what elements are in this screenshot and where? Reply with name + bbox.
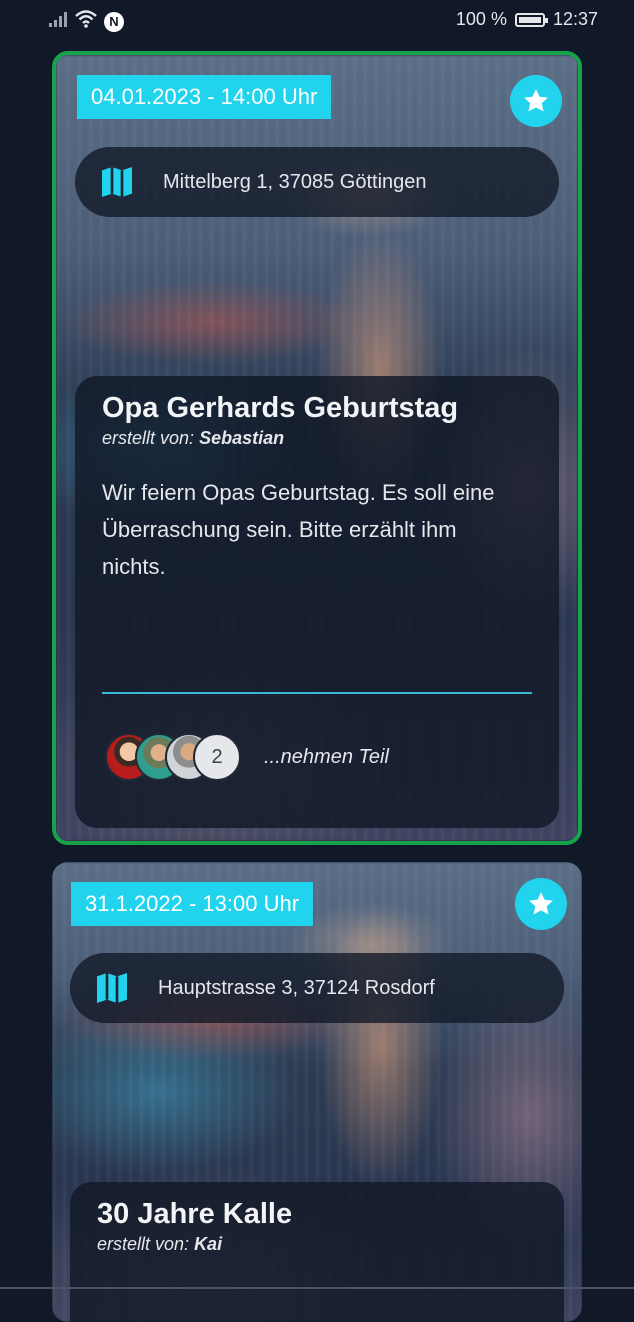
navigation-bar-divider bbox=[0, 1287, 634, 1289]
battery-percent: 100 % bbox=[455, 9, 507, 29]
event-title: 30 Jahre Kalle bbox=[97, 1198, 293, 1230]
signal-icon bbox=[48, 10, 68, 33]
event-info-panel: Opa Gerhards Geburtstag erstellt von: Se… bbox=[75, 376, 559, 828]
event-date-badge: 31.1.2022 - 13:00 Uhr bbox=[71, 882, 314, 926]
participants-label: ...nehmen Teil bbox=[264, 746, 389, 768]
event-card[interactable]: 31.1.2022 - 13:00 Uhr Hauptstrasse 3, 37… bbox=[52, 862, 582, 1322]
event-date-badge: 04.01.2023 - 14:00 Uhr bbox=[77, 75, 332, 119]
status-bar: N 100 % 12:37 bbox=[0, 0, 634, 40]
favorite-button[interactable] bbox=[515, 878, 567, 930]
star-icon bbox=[529, 892, 553, 915]
map-icon bbox=[97, 973, 127, 1003]
event-creator: erstellt von: Kai bbox=[97, 1234, 223, 1254]
favorite-button[interactable] bbox=[510, 75, 562, 127]
nfc-icon: N bbox=[104, 11, 124, 32]
clock: 12:37 bbox=[552, 9, 598, 29]
event-title: Opa Gerhards Geburtstag bbox=[102, 392, 459, 424]
event-info-panel: 30 Jahre Kalle erstellt von: Kai bbox=[70, 1182, 564, 1322]
divider bbox=[102, 692, 532, 694]
map-icon bbox=[102, 167, 132, 197]
event-address: Mittelberg 1, 37085 Göttingen bbox=[163, 170, 427, 193]
extra-participants-count: 2 bbox=[193, 733, 241, 781]
creator-name: Sebastian bbox=[199, 428, 285, 448]
creator-name: Kai bbox=[194, 1234, 223, 1254]
event-address: Hauptstrasse 3, 37124 Rosdorf bbox=[158, 976, 435, 999]
wifi-icon bbox=[74, 9, 98, 34]
event-creator: erstellt von: Sebastian bbox=[102, 428, 285, 448]
location-bar[interactable]: Hauptstrasse 3, 37124 Rosdorf bbox=[70, 953, 564, 1023]
location-bar[interactable]: Mittelberg 1, 37085 Göttingen bbox=[75, 147, 559, 217]
star-icon bbox=[524, 89, 548, 112]
event-description: Wir feiern Opas Geburtstag. Es soll eine… bbox=[102, 480, 495, 579]
battery-icon bbox=[514, 12, 548, 27]
event-card[interactable]: 04.01.2023 - 14:00 Uhr Mittelberg 1, 370… bbox=[52, 51, 582, 845]
